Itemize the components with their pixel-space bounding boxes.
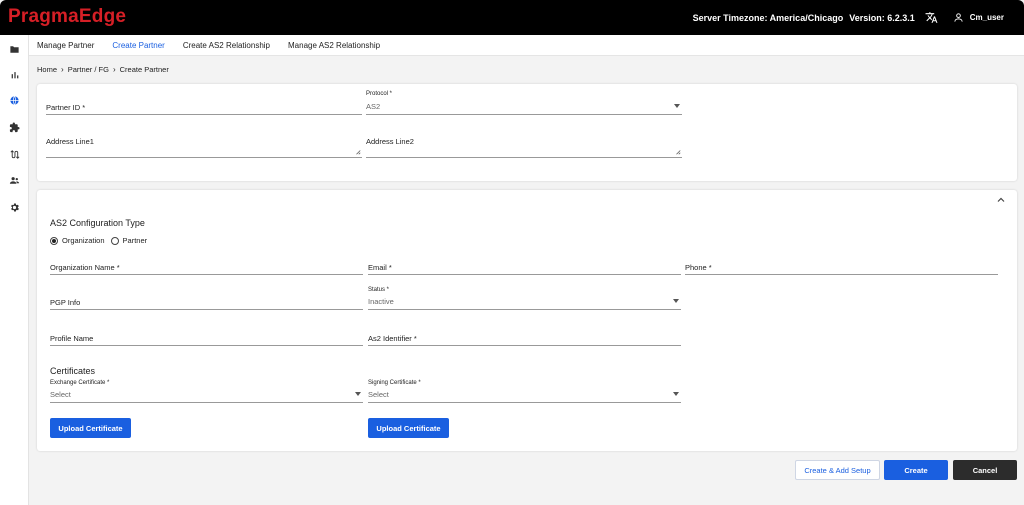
version-label: Version: 6.2.3.1 <box>849 12 915 23</box>
radio-partner-label[interactable]: Partner <box>123 236 148 245</box>
breadcrumb: Home › Partner / FG › Create Partner <box>37 65 169 74</box>
upload-signing-certificate-button[interactable]: Upload Certificate <box>368 418 449 438</box>
address-line2-label: Address Line2 <box>366 137 414 146</box>
partner-details-card: Partner ID * Protocol * AS2 Address Line… <box>37 84 1017 181</box>
partner-id-label: Partner ID * <box>46 103 86 112</box>
sub-navigation: Manage Partner Create Partner Create AS2… <box>29 35 1024 56</box>
breadcrumb-home[interactable]: Home <box>37 65 57 74</box>
as2-config-type-radio-group: Organization Partner <box>50 236 153 245</box>
breadcrumb-separator-icon: › <box>61 65 64 74</box>
file-icon[interactable] <box>8 43 21 56</box>
partner-id-field[interactable]: Partner ID * <box>46 98 362 115</box>
protocol-label: Protocol * <box>366 91 393 97</box>
users-icon[interactable] <box>8 174 21 187</box>
status-select[interactable]: Status * Inactive <box>368 287 681 310</box>
route-icon[interactable] <box>8 148 21 161</box>
protocol-select[interactable]: Protocol * AS2 <box>366 91 682 115</box>
as2-identifier-label: As2 Identifier * <box>368 334 417 343</box>
email-field[interactable]: Email * <box>368 261 681 275</box>
tab-create-as2-relationship[interactable]: Create AS2 Relationship <box>183 41 270 50</box>
tab-manage-partner[interactable]: Manage Partner <box>37 41 94 50</box>
gear-icon[interactable] <box>8 201 21 214</box>
puzzle-icon[interactable] <box>8 121 21 134</box>
certificates-title: Certificates <box>50 366 96 376</box>
signing-certificate-label: Signing Certificate * <box>368 380 421 386</box>
server-timezone: Server Timezone: America/Chicago <box>692 12 844 23</box>
chevron-down-icon[interactable] <box>355 392 361 396</box>
breadcrumb-partner[interactable]: Partner / FG <box>68 65 109 74</box>
phone-label: Phone * <box>685 263 712 272</box>
top-bar: PragmaEdge Server Timezone: America/Chic… <box>0 0 1024 35</box>
logo[interactable]: PragmaEdge <box>8 6 126 28</box>
exchange-certificate-label: Exchange Certificate * <box>50 380 110 386</box>
breadcrumb-separator-icon: › <box>112 65 116 74</box>
cancel-button[interactable]: Cancel <box>953 460 1017 480</box>
globe-icon[interactable] <box>8 94 21 107</box>
user-name[interactable]: Cm_user <box>970 13 1004 22</box>
pgp-info-label: PGP Info <box>50 298 81 307</box>
chevron-down-icon[interactable] <box>674 104 680 108</box>
bar-chart-icon[interactable] <box>8 68 21 81</box>
address-line1-label: Address Line1 <box>46 137 94 146</box>
email-label: Email * <box>368 263 392 272</box>
exchange-certificate-value: Select <box>50 390 71 399</box>
resize-handle-icon[interactable] <box>675 149 681 155</box>
chevron-down-icon[interactable] <box>673 392 679 396</box>
radio-organization-label[interactable]: Organization <box>62 236 105 245</box>
address-line1-field[interactable]: Address Line1 <box>46 135 362 158</box>
status-label: Status * <box>368 287 390 293</box>
radio-partner[interactable] <box>110 236 119 245</box>
breadcrumb-current: Create Partner <box>119 65 169 74</box>
exchange-certificate-select[interactable]: Exchange Certificate * Select <box>50 380 363 403</box>
header-right: Server Timezone: America/Chicago Version… <box>693 0 1024 35</box>
as2-identifier-field[interactable]: As2 Identifier * <box>368 332 681 346</box>
profile-name-field[interactable]: Profile Name <box>50 332 363 346</box>
as2-config-title: AS2 Configuration Type <box>50 218 145 228</box>
status-value: Inactive <box>368 297 394 306</box>
translate-icon[interactable] <box>925 11 939 25</box>
phone-field[interactable]: Phone * <box>685 261 998 275</box>
resize-handle-icon[interactable] <box>355 149 361 155</box>
as2-configuration-card: AS2 Configuration Type Organization Part… <box>37 190 1017 451</box>
sidebar <box>0 35 29 505</box>
chevron-up-icon[interactable] <box>997 196 1005 204</box>
chevron-down-icon[interactable] <box>673 299 679 303</box>
address-line2-field[interactable]: Address Line2 <box>366 135 682 158</box>
create-and-add-setup-button[interactable]: Create & Add Setup <box>795 460 880 480</box>
signing-certificate-value: Select <box>368 390 389 399</box>
protocol-value: AS2 <box>366 102 381 111</box>
signing-certificate-select[interactable]: Signing Certificate * Select <box>368 380 681 403</box>
upload-exchange-certificate-button[interactable]: Upload Certificate <box>50 418 131 438</box>
organization-name-label: Organization Name * <box>50 263 120 272</box>
create-button[interactable]: Create <box>884 460 948 480</box>
radio-organization[interactable] <box>50 236 58 245</box>
profile-name-label: Profile Name <box>50 334 94 343</box>
tab-manage-as2-relationship[interactable]: Manage AS2 Relationship <box>288 41 380 50</box>
tab-create-partner[interactable]: Create Partner <box>112 41 164 50</box>
pgp-info-field[interactable]: PGP Info <box>50 296 363 310</box>
user-icon[interactable] <box>953 12 965 24</box>
organization-name-field[interactable]: Organization Name * <box>50 261 363 275</box>
